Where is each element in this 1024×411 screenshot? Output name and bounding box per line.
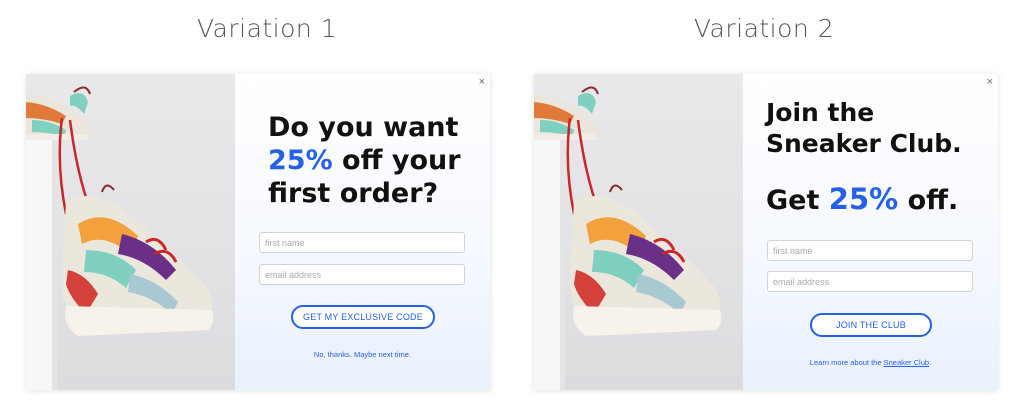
variation-2-title: Variation 2 [693,14,835,43]
discount-highlight: 25% [828,182,899,216]
headline: Do you want 25% off your first order? [268,112,461,211]
footnote-post: . [929,358,932,367]
headline-line-2-rest: off your [332,144,461,176]
join-the-club-button[interactable]: JOIN THE CLUB [810,313,932,337]
get-exclusive-code-button[interactable]: GET MY EXCLUSIVE CODE [291,305,435,329]
headline-line-3: first order? [268,177,439,209]
learn-more-text: Learn more about the Sneaker Club. [743,358,998,367]
headline: Join the Sneaker Club. [766,98,962,159]
email-input[interactable] [767,271,973,292]
popup-content-panel: × Join the Sneaker Club. Get 25% off. JO… [743,74,998,390]
sneaker-photo [26,74,235,390]
headline-line-2: Sneaker Club. [766,128,962,158]
sneaker-club-link[interactable]: Sneaker Club [884,358,929,367]
discount-headline: Get 25% off. [766,182,958,218]
email-input[interactable] [259,264,465,285]
footnote-pre: Learn more about the [809,358,884,367]
variation-1-title: Variation 1 [196,14,338,43]
popup-variation-1: × Do you want 25% off your first order? … [26,74,490,390]
headline-line-1: Do you want [268,112,459,143]
close-icon[interactable]: × [479,76,485,88]
first-name-input[interactable] [259,232,465,253]
popup-content-panel: × Do you want 25% off your first order? … [235,74,490,390]
popup-variation-2: × Join the Sneaker Club. Get 25% off. JO… [534,74,998,390]
decline-link[interactable]: No, thanks. Maybe next time. [235,350,490,359]
discount-line-post: off. [898,185,959,216]
headline-line-1: Join the [766,98,875,127]
discount-highlight: 25% [268,144,333,176]
sneaker-photo [534,74,743,390]
first-name-input[interactable] [767,240,973,261]
headline-line-2: 25% off your [268,145,461,178]
close-icon[interactable]: × [987,76,993,88]
discount-line-pre: Get [766,185,829,216]
